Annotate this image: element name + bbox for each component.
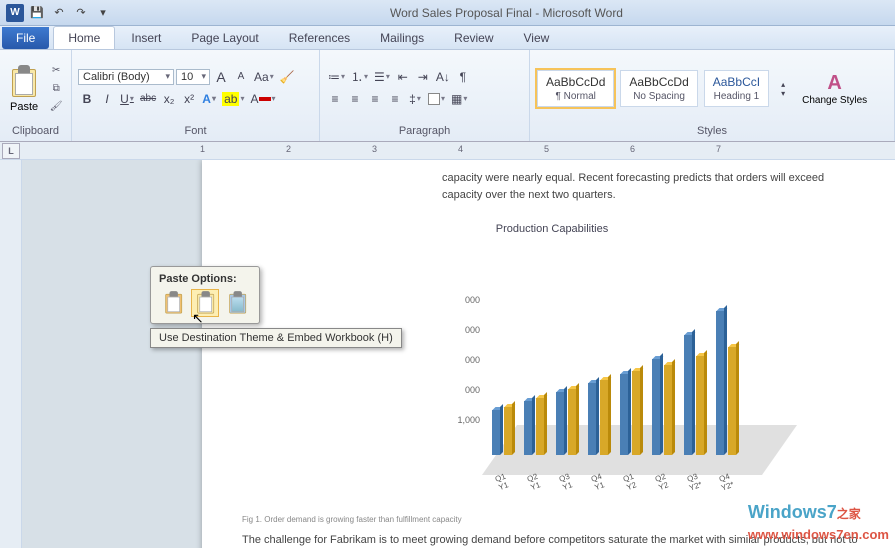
change-styles-button[interactable]: A Change Styles [796,70,873,108]
chart-bar [524,401,532,455]
clipboard-icon [10,65,38,99]
group-font: Calibri (Body) 10 A A Aa 🧹 B I U abc x₂ … [72,50,320,141]
font-family-combo[interactable]: Calibri (Body) [78,69,174,85]
quick-access-toolbar: W 💾 ↶ ↷ ▾ [0,4,118,22]
sort-button[interactable]: A↓ [434,67,452,87]
tab-mailings[interactable]: Mailings [366,27,438,49]
tab-selector[interactable]: L [2,143,20,159]
clipboard-label: Clipboard [6,125,65,139]
undo-button[interactable]: ↶ [50,4,68,22]
ribbon: Paste ✂ ⧉ 🖌 Clipboard Calibri (Body) 10 … [0,50,895,142]
chart-bar [568,389,576,455]
tab-file[interactable]: File [2,27,49,49]
paste-option-tooltip: Use Destination Theme & Embed Workbook (… [150,328,402,348]
ruler-horizontal[interactable]: L 1234567 [0,142,895,160]
increase-indent-button[interactable]: ⇥ [414,67,432,87]
align-center-button[interactable]: ≡ [346,89,364,109]
mouse-cursor-icon: ↖ [192,310,204,327]
tab-insert[interactable]: Insert [117,27,175,49]
window-title: Word Sales Proposal Final - Microsoft Wo… [118,6,895,20]
tab-view[interactable]: View [510,27,564,49]
font-label: Font [78,125,313,139]
paste-label: Paste [10,101,38,113]
style-normal[interactable]: AaBbCcDd ¶ Normal [537,70,614,107]
chart-bar [556,392,564,455]
group-styles: AaBbCcDd ¶ Normal AaBbCcDd No Spacing Aa… [530,50,895,141]
font-size-combo[interactable]: 10 [176,69,210,85]
text-effects-button[interactable]: A [200,89,218,109]
chart-bar [696,356,704,455]
chart-bar [716,311,724,455]
line-spacing-button[interactable]: ‡ [406,89,424,109]
chart-bar [632,371,640,455]
chart-bar [588,383,596,455]
chart-bar [728,347,736,455]
paste-option-keep-source[interactable] [159,289,187,317]
shading-button[interactable] [426,89,447,109]
show-marks-button[interactable]: ¶ [454,67,472,87]
paste-options-popup: Paste Options: [150,266,260,324]
document-area: capacity were nearly equal. Recent forec… [0,160,895,548]
grow-font-button[interactable]: A [212,67,230,87]
highlight-button[interactable]: ab [220,89,246,109]
style-heading1[interactable]: AaBbCcI Heading 1 [704,70,769,107]
align-left-button[interactable]: ≡ [326,89,344,109]
clear-formatting-button[interactable]: 🧹 [278,67,297,87]
group-paragraph: ≔ ⒈ ☰ ⇤ ⇥ A↓ ¶ ≡ ≡ ≡ ≡ ‡ ▦ [320,50,530,141]
multilevel-button[interactable]: ☰ [372,67,392,87]
ruler-vertical[interactable] [0,160,22,548]
chart-bar [620,374,628,455]
document-page[interactable]: capacity were nearly equal. Recent forec… [202,160,895,548]
bullets-button[interactable]: ≔ [326,67,347,87]
embedded-chart[interactable]: Orders Capacity 1,000000000000000Q1Y1Q2Y… [242,245,862,505]
styles-more-button[interactable]: ▴▾ [774,79,792,99]
subscript-button[interactable]: x₂ [160,89,178,109]
shrink-font-button[interactable]: A [232,67,250,87]
paste-options-title: Paste Options: [159,273,251,285]
decrease-indent-button[interactable]: ⇤ [394,67,412,87]
bold-button[interactable]: B [78,89,96,109]
font-color-button[interactable]: A [249,89,278,109]
format-painter-button[interactable]: 🖌 [48,99,64,115]
superscript-button[interactable]: x² [180,89,198,109]
ribbon-tabs: File Home Insert Page Layout References … [0,26,895,50]
borders-button[interactable]: ▦ [449,89,469,109]
tab-review[interactable]: Review [440,27,507,49]
word-icon[interactable]: W [6,4,24,22]
cut-button[interactable]: ✂ [48,63,64,79]
chart-bar [492,410,500,455]
chart-bar [664,365,672,455]
change-case-button[interactable]: Aa [252,67,276,87]
chart-bar [652,359,660,455]
align-right-button[interactable]: ≡ [366,89,384,109]
paste-button[interactable]: Paste [6,63,42,115]
copy-button[interactable]: ⧉ [48,81,64,97]
underline-button[interactable]: U [118,89,136,109]
styles-label: Styles [536,125,888,139]
qat-dropdown[interactable]: ▾ [94,4,112,22]
page-viewport[interactable]: capacity were nearly equal. Recent forec… [22,160,895,548]
tab-page-layout[interactable]: Page Layout [177,27,272,49]
chart-title: Production Capabilities [242,223,862,235]
paragraph-label: Paragraph [326,125,523,139]
tab-references[interactable]: References [275,27,364,49]
body-paragraph-1: capacity were nearly equal. Recent forec… [442,170,862,203]
justify-button[interactable]: ≡ [386,89,404,109]
chart-bar [600,380,608,455]
chart-bar [504,407,512,455]
watermark: Windows7之家 www.windows7en.com [748,502,889,544]
numbering-button[interactable]: ⒈ [349,67,370,87]
save-button[interactable]: 💾 [28,4,46,22]
title-bar: W 💾 ↶ ↷ ▾ Word Sales Proposal Final - Mi… [0,0,895,26]
chart-bar [684,335,692,455]
chart-bar [536,398,544,455]
italic-button[interactable]: I [98,89,116,109]
strikethrough-button[interactable]: abc [138,89,158,109]
group-clipboard: Paste ✂ ⧉ 🖌 Clipboard [0,50,72,141]
style-no-spacing[interactable]: AaBbCcDd No Spacing [620,70,697,107]
tab-home[interactable]: Home [53,26,115,49]
paste-option-picture[interactable] [223,289,251,317]
redo-button[interactable]: ↷ [72,4,90,22]
